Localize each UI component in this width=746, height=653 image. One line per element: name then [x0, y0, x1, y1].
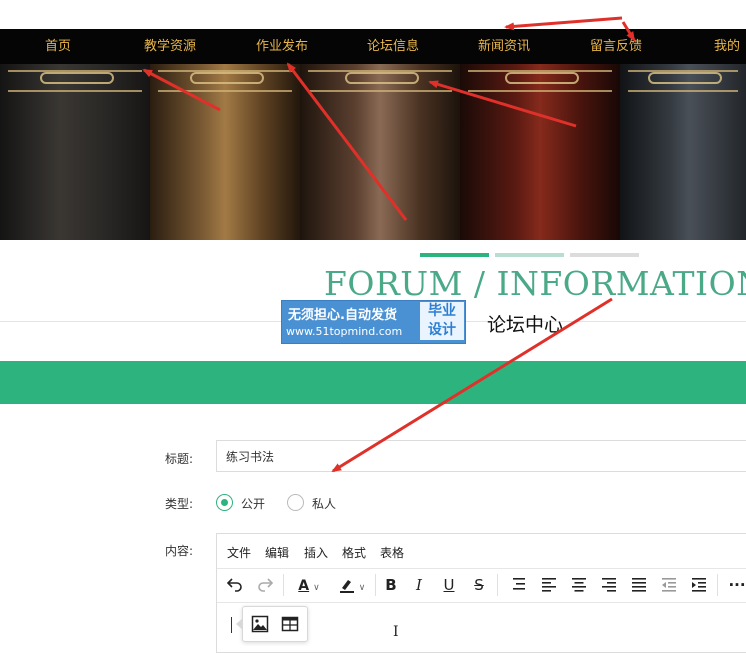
strikethrough-icon[interactable]: S — [467, 572, 491, 598]
watermark-tag-line: 设计 — [428, 322, 456, 338]
content-label: 内容: — [165, 544, 194, 558]
editor-divider — [217, 602, 746, 603]
editor-divider — [217, 568, 746, 569]
toolbar-separator — [375, 574, 376, 596]
slide-indicator[interactable] — [495, 253, 564, 257]
editor-menu-table[interactable]: 表格 — [380, 544, 404, 561]
type-radio-private-label[interactable]: 私人 — [312, 495, 336, 512]
banner-image — [0, 64, 746, 240]
nav-item-homework[interactable]: 作业发布 — [256, 29, 308, 64]
list-icon[interactable] — [507, 572, 531, 598]
watermark-text: 无须担心.自动发货 — [288, 308, 397, 323]
book-spine — [150, 64, 300, 240]
section-banner-strip — [0, 361, 746, 404]
type-radio-public[interactable] — [216, 494, 233, 511]
title-label: 标题: — [165, 452, 194, 466]
top-nav: 首页 教学资源 作业发布 论坛信息 新闻资讯 留言反馈 我的 — [0, 29, 746, 64]
section-title-en: FORUM / INFORMATION — [324, 264, 746, 303]
italic-icon[interactable]: I — [407, 572, 431, 598]
section-title-cn: 论坛中心 — [487, 314, 564, 336]
nav-item-teaching-resources[interactable]: 教学资源 — [144, 29, 196, 64]
editor-menu-insert[interactable]: 插入 — [304, 544, 328, 561]
undo-icon[interactable] — [223, 572, 247, 598]
align-justify-icon[interactable] — [627, 572, 651, 598]
nav-item-news[interactable]: 新闻资讯 — [478, 29, 530, 64]
redo-icon[interactable] — [253, 572, 277, 598]
nav-item-mine[interactable]: 我的 — [714, 29, 740, 64]
nav-item-home[interactable]: 首页 — [45, 29, 71, 64]
outdent-icon[interactable] — [657, 572, 681, 598]
mouse-cursor-ibeam: I — [393, 624, 399, 640]
type-radio-private[interactable] — [287, 494, 304, 511]
book-spine — [460, 64, 620, 240]
watermark-url: www.51topmind.com — [286, 325, 403, 338]
table-icon[interactable] — [281, 615, 301, 635]
annotation-arrow — [504, 16, 623, 31]
book-spine — [620, 64, 746, 240]
book-spine — [300, 64, 460, 240]
text-color-glyph: A — [298, 578, 310, 594]
more-icon[interactable]: ··· — [725, 572, 746, 598]
watermark-tag: 毕业 设计 — [420, 302, 464, 340]
align-right-icon[interactable] — [597, 572, 621, 598]
underline-icon[interactable]: U — [437, 572, 461, 598]
quick-insert-popup — [236, 606, 308, 642]
image-icon[interactable] — [251, 615, 271, 635]
nav-item-feedback[interactable]: 留言反馈 — [590, 29, 642, 64]
indent-icon[interactable] — [687, 572, 711, 598]
toolbar-separator — [497, 574, 498, 596]
nav-item-forum[interactable]: 论坛信息 — [367, 29, 419, 64]
watermark-badge: 无须担心.自动发货 www.51topmind.com 毕业 设计 — [281, 300, 466, 344]
editor-menu-file[interactable]: 文件 — [227, 544, 251, 561]
align-left-icon[interactable] — [537, 572, 561, 598]
toolbar-separator — [283, 574, 284, 596]
type-radio-public-label[interactable]: 公开 — [241, 495, 265, 512]
slide-indicator-active[interactable] — [420, 253, 489, 257]
book-spine — [0, 64, 150, 240]
watermark-tag-line: 毕业 — [428, 303, 456, 319]
align-center-icon[interactable] — [567, 572, 591, 598]
slide-indicator[interactable] — [570, 253, 639, 257]
text-color-icon[interactable]: A ∨ — [290, 572, 328, 598]
highlight-icon[interactable]: ∨ — [333, 572, 371, 598]
bold-icon[interactable]: B — [379, 572, 403, 598]
title-input[interactable] — [216, 440, 746, 472]
text-caret — [231, 617, 232, 633]
toolbar-separator — [717, 574, 718, 596]
type-label: 类型: — [165, 497, 194, 511]
editor-menu-edit[interactable]: 编辑 — [265, 544, 289, 561]
editor-menu-format[interactable]: 格式 — [342, 544, 366, 561]
